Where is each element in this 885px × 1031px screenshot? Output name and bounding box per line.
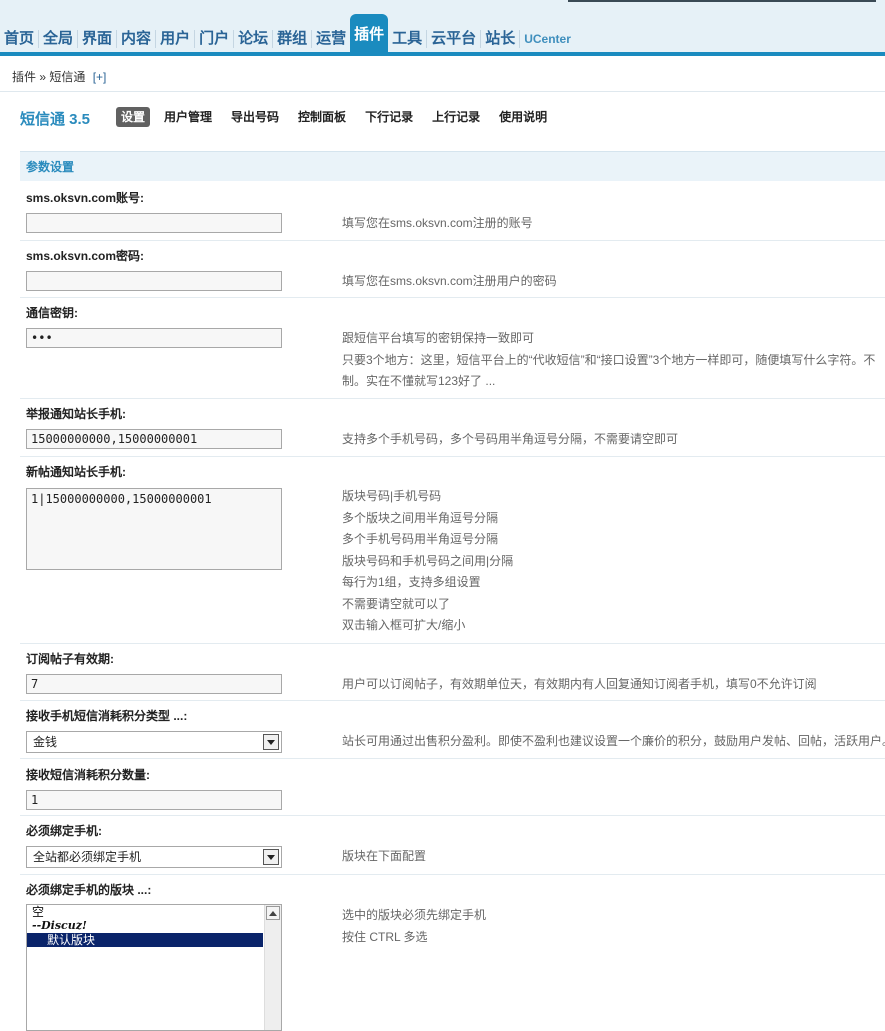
- chevron-down-icon[interactable]: [263, 734, 279, 750]
- tab-export-numbers[interactable]: 导出号码: [226, 107, 284, 127]
- password-label: sms.oksvn.com密码:: [26, 249, 145, 263]
- bind-forums-label: 必须绑定手机的版块 ...:: [26, 883, 152, 897]
- secret-label: 通信密钥:: [26, 306, 78, 320]
- report-phone-label: 举报通知站长手机:: [26, 407, 126, 421]
- account-label: sms.oksvn.com账号:: [26, 191, 145, 205]
- section-title: 参数设置: [20, 151, 885, 181]
- nav-forum[interactable]: 论坛: [234, 26, 272, 52]
- nav-users[interactable]: 用户: [156, 26, 194, 52]
- password-tip: 填写您在sms.oksvn.com注册用户的密码: [342, 274, 557, 288]
- listbox-option-selected[interactable]: 默认版块: [27, 933, 263, 947]
- credit-amount-label: 接收短信消耗积分数量:: [26, 768, 150, 782]
- report-phone-tip: 支持多个手机号码，多个号码用半角逗号分隔，不需要请空即可: [342, 432, 679, 446]
- nav-plugins[interactable]: 插件: [350, 14, 389, 52]
- bind-forums-tip-line: 选中的版块必须先绑定手机: [342, 908, 487, 922]
- tab-outgoing-log[interactable]: 下行记录: [360, 107, 418, 127]
- secret-tip-line: 只要3个地方：这里，短信平台上的“代收短信”和“接口设置”3个地方一样即可，随便…: [342, 352, 876, 367]
- account-tip: 填写您在sms.oksvn.com注册的账号: [342, 216, 533, 230]
- nav-tools[interactable]: 工具: [388, 26, 426, 52]
- must-bind-tip: 版块在下面配置: [342, 849, 427, 863]
- secret-tip: 跟短信平台填写的密钥保持一致即可 只要3个地方：这里，短信平台上的“代收短信”和…: [342, 328, 875, 393]
- must-bind-label: 必须绑定手机:: [26, 824, 102, 838]
- credit-amount-input[interactable]: 1: [26, 790, 282, 810]
- secret-tip-line: 跟短信平台填写的密钥保持一致即可: [342, 331, 535, 345]
- listbox-group-label: --Discuz!: [32, 919, 87, 932]
- newpost-phone-tip: 版块号码|手机号码 多个版块之间用半角逗号分隔 多个手机号码用半角逗号分隔 版块…: [342, 486, 513, 637]
- breadcrumb-expand-link[interactable]: [+]: [93, 70, 107, 84]
- plugin-tabs: 设置 用户管理 导出号码 控制面板 下行记录 上行记录 使用说明: [116, 107, 561, 127]
- nav-content[interactable]: 内容: [117, 26, 155, 52]
- password-input[interactable]: [26, 271, 282, 291]
- tab-settings[interactable]: 设置: [116, 107, 151, 127]
- credit-type-label: 接收手机短信消耗积分类型 ...:: [26, 709, 188, 723]
- newpost-tip-line: 多个手机号码用半角逗号分隔: [342, 532, 499, 546]
- row-divider: [20, 240, 885, 241]
- tab-user-management[interactable]: 用户管理: [159, 107, 217, 127]
- listbox-scrollbar[interactable]: [264, 905, 281, 1030]
- row-divider: [20, 874, 885, 875]
- credit-type-value: 金钱: [33, 735, 58, 749]
- nav-ucenter[interactable]: UCenter: [520, 26, 575, 52]
- newpost-tip-line: 双击输入框可扩大/缩小: [342, 618, 466, 632]
- nav-webmaster[interactable]: 站长: [481, 26, 519, 52]
- bind-forums-tip-line: 按住 CTRL 多选: [342, 929, 428, 944]
- top-search-edge: [568, 0, 876, 2]
- newpost-tip-line: 多个版块之间用半角逗号分隔: [342, 510, 499, 525]
- secret-input[interactable]: •••: [26, 328, 282, 348]
- newpost-phone-textarea[interactable]: 1|15000000000,15000000001: [26, 488, 282, 570]
- account-input[interactable]: [26, 213, 282, 233]
- nav-global[interactable]: 全局: [39, 26, 77, 52]
- must-bind-value: 全站都必须绑定手机: [33, 850, 142, 864]
- row-divider: [20, 643, 885, 644]
- newpost-tip-line: 每行为1组，支持多组设置: [342, 575, 481, 589]
- nav-portal[interactable]: 门户: [195, 26, 233, 52]
- newpost-phone-label: 新帖通知站长手机:: [26, 465, 126, 479]
- nav-operations[interactable]: 运营: [312, 26, 350, 52]
- row-divider: [20, 758, 885, 759]
- credit-type-tip: 站长可用通过出售积分盈利。即使不盈利也建议设置一个廉价的积分，鼓励用户发帖、回帖…: [342, 734, 885, 748]
- nav-interface[interactable]: 界面: [78, 26, 116, 52]
- tab-incoming-log[interactable]: 上行记录: [427, 107, 485, 127]
- row-divider: [20, 398, 885, 399]
- row-divider: [20, 456, 885, 457]
- subscribe-days-input[interactable]: 7: [26, 674, 282, 694]
- newpost-tip-line: 不需要请空就可以了: [342, 596, 451, 611]
- listbox-option[interactable]: 空: [27, 905, 281, 919]
- tab-control-panel[interactable]: 控制面板: [293, 107, 351, 127]
- nav-groups[interactable]: 群组: [273, 26, 311, 52]
- must-bind-select[interactable]: 全站都必须绑定手机: [26, 846, 282, 868]
- tab-instructions[interactable]: 使用说明: [494, 107, 552, 127]
- breadcrumb: 插件 » 短信通 [+]: [12, 68, 106, 85]
- bind-forums-listbox[interactable]: 空 --Discuz! 默认版块: [26, 904, 282, 1031]
- row-divider: [20, 297, 885, 298]
- newpost-tip-line: 版块号码和手机号码之间用|分隔: [342, 553, 514, 568]
- plugin-title: 短信通 3.5: [20, 111, 91, 128]
- chevron-down-icon[interactable]: [263, 849, 279, 865]
- newpost-tip-line: 版块号码|手机号码: [342, 489, 442, 503]
- bind-forums-tip: 选中的版块必须先绑定手机 按住 CTRL 多选: [342, 905, 486, 948]
- subscribe-days-tip: 用户可以订阅帖子，有效期单位天，有效期内有人回复通知订阅者手机，填写0不允许订阅: [342, 677, 817, 691]
- row-divider: [20, 815, 885, 816]
- nav-cloud[interactable]: 云平台: [427, 26, 480, 52]
- subscribe-days-label: 订阅帖子有效期:: [26, 652, 114, 666]
- row-divider: [20, 700, 885, 701]
- credit-type-select[interactable]: 金钱: [26, 731, 282, 753]
- breadcrumb-bar: 插件 » 短信通 [+]: [0, 56, 885, 92]
- report-phone-input[interactable]: 15000000000,15000000001: [26, 429, 282, 449]
- secret-tip-line: 制。实在不懂就写123好了 ...: [342, 374, 496, 388]
- breadcrumb-text: 插件 » 短信通: [12, 70, 86, 84]
- scroll-up-icon[interactable]: [266, 906, 280, 920]
- main-nav: 首页 全局 界面 内容 用户 门户 论坛 群组 运营 插件 工具 云平台 站长 …: [0, 14, 575, 52]
- nav-home[interactable]: 首页: [0, 26, 38, 52]
